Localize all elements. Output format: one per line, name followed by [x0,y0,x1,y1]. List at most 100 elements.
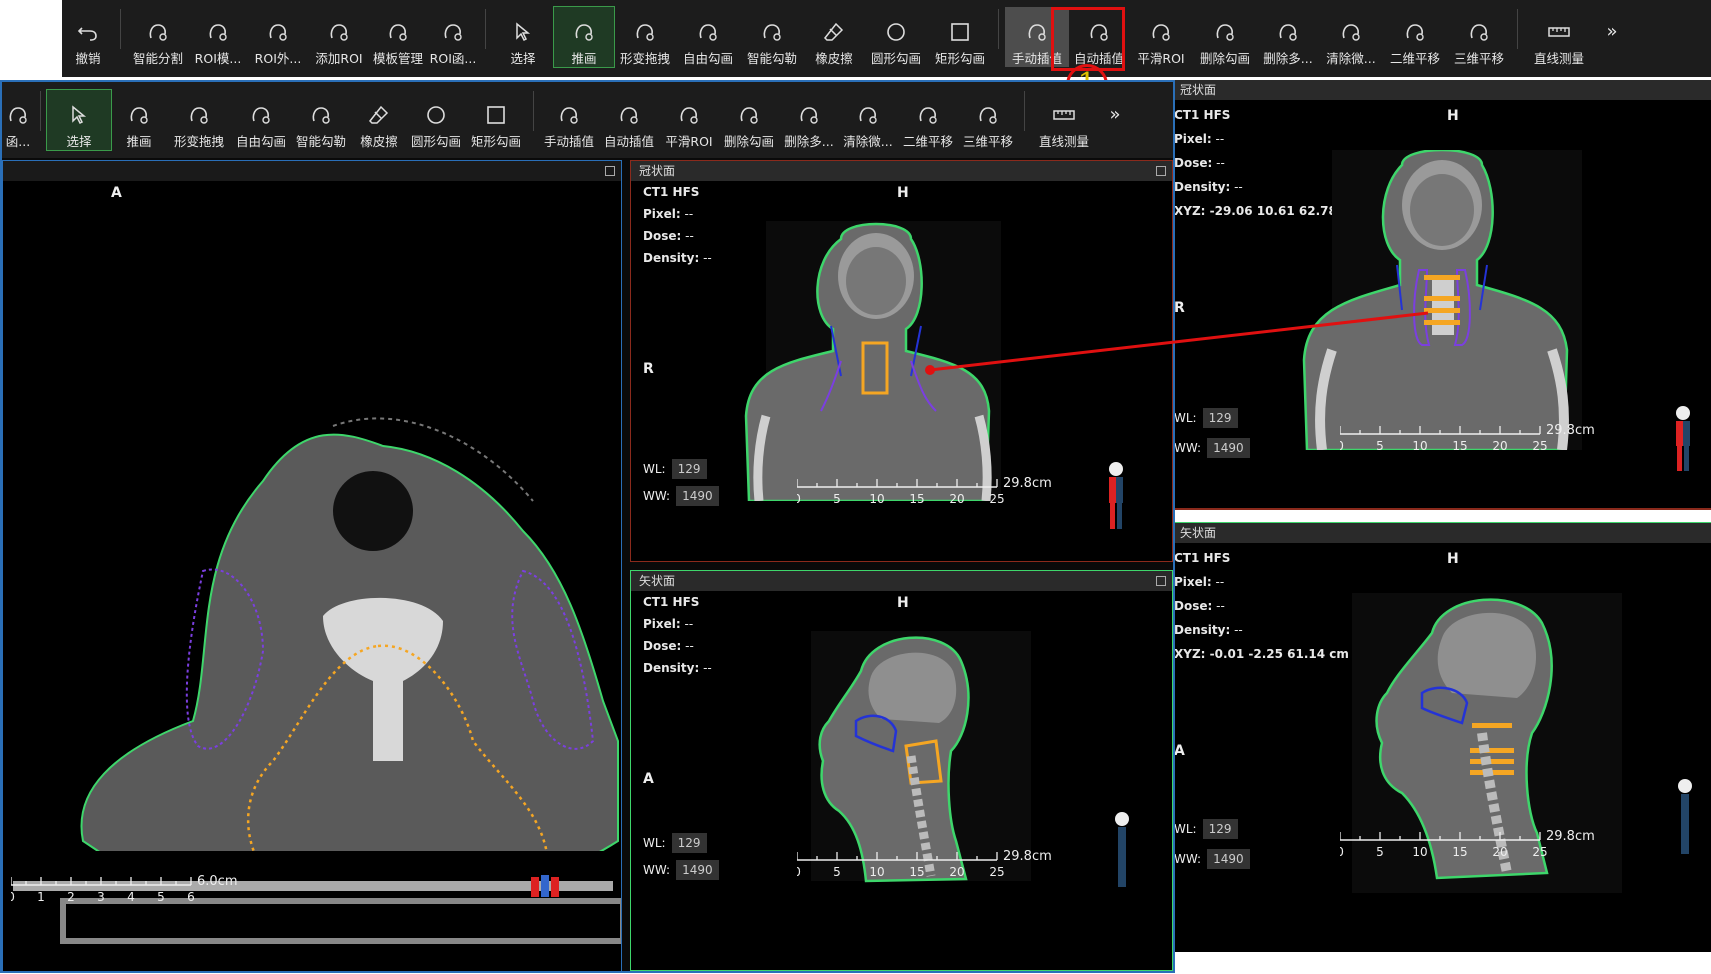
maximize-icon[interactable] [1156,576,1166,586]
toolbar-more-button[interactable]: » [1594,7,1630,67]
pixel-value: -- [684,617,694,631]
toolbar-circle-button[interactable]: 圆形勾画 [864,7,928,67]
circle-icon [887,23,905,41]
wl-value[interactable]: 129 [671,459,707,479]
toolbar-free-draw-button[interactable]: 自由勾画 [676,7,740,67]
toolbar-clear-small-button[interactable]: 清除微... [1319,7,1383,67]
ww-value[interactable]: 1490 [676,486,719,506]
toolbar-circle-button[interactable]: 圆形勾画 [407,90,465,150]
rectangle-icon [487,106,505,124]
coronal-view-outer[interactable]: 冠状面 CT1 HFS Pixel: -- Dose: -- Density: … [1172,80,1711,510]
toolbar-eraser-button[interactable]: 橡皮擦 [804,7,864,67]
toolbar-move-2d-button[interactable]: 二维平移 [898,90,958,150]
coronal-ct-image[interactable] [1272,150,1632,450]
scale-tick-label: 1 [37,890,45,904]
series-header: CT1 HFS [643,185,700,199]
move-3d-icon [979,107,997,124]
scale-tick-label: 25 [989,865,1004,879]
toolbar-deform-drag-button[interactable]: 形变拖拽 [167,90,231,150]
toolbar-delete-contour-button[interactable]: 删除勾画 [718,90,780,150]
toolbar-undo-button[interactable]: 撤销 [62,7,114,67]
toolbar-roi-template-button[interactable]: ROI模... [189,7,247,67]
toolbar-manual-interpolate-button[interactable]: 手动插值 [540,90,598,150]
free-draw-icon [699,24,717,41]
toolbar-deform-drag-button[interactable]: 形变拖拽 [614,7,676,67]
ww-value[interactable]: 1490 [1207,849,1250,869]
toolbar-label: 自动插值 [603,134,654,149]
toolbar-add-roi-button[interactable]: 添加ROI [309,7,369,67]
toolbar-smooth-roi-button[interactable]: 平滑ROI [660,90,718,150]
dose-value: -- [1216,599,1225,613]
toolbar-roi-expand-button[interactable]: ROI外... [247,7,309,67]
scale-bar: 0 5 10 15 20 2529.8cm [793,473,1057,513]
manual-interpolate-icon [560,107,578,124]
toolbar-move-3d-button[interactable]: 三维平移 [958,90,1018,150]
toolbar-smart-outline-button[interactable]: 智能勾勒 [740,7,804,67]
roi-expand-icon [269,24,287,41]
scale-length-label: 6.0cm [197,874,238,889]
density-value: -- [1234,623,1243,637]
body-orientation-icon [1678,779,1692,854]
axial-ct-image[interactable] [3,181,621,971]
ww-label: WW: [1174,441,1202,455]
toolbar-move-2d-button[interactable]: 二维平移 [1383,7,1447,67]
scale-tick-label: 0 [797,865,801,879]
toolbar-rectangle-button[interactable]: 矩形勾画 [928,7,992,67]
toolbar-smooth-roi-button[interactable]: 平滑ROI [1129,7,1193,67]
scale-tick-label: 25 [1532,439,1547,453]
toolbar-label: 撤销 [75,51,101,66]
toolbar-delete-contour-button[interactable]: 删除勾画 [1193,7,1257,67]
toolbar-eraser-button[interactable]: 橡皮擦 [351,90,407,150]
toolbar-cursor-button[interactable]: 选择 [492,7,554,67]
toolbar-push-draw-button[interactable]: 推画 [553,6,615,68]
toolbar-rectangle-button[interactable]: 矩形勾画 [465,90,527,150]
toolbar-more-button[interactable]: » [1097,90,1133,150]
toolbar-smart-segment-button[interactable]: 智能分割 [127,7,189,67]
toolbar-separator [40,91,41,131]
toolbar-label: 二维平移 [902,134,953,149]
coronal-ct-image[interactable] [711,221,1041,501]
scale-ruler: 0 5 10 15 20 2529.8cm [1336,423,1595,453]
delete-contour-icon [1216,24,1234,41]
toolbar-delete-multi-button[interactable]: 删除多... [1257,7,1319,67]
wl-value[interactable]: 129 [671,833,707,853]
toolbar-move-3d-button[interactable]: 三维平移 [1447,7,1511,67]
orient-top: H [1447,108,1459,124]
panel-title: 矢状面 [631,571,1172,591]
density-value: -- [1234,180,1243,194]
maximize-icon[interactable] [1156,166,1166,176]
ww-label: WW: [643,863,671,877]
scale-length-label: 29.8cm [1546,423,1595,438]
sagittal-view-inner[interactable]: 矢状面 CT1 HFS Pixel: -- Dose: -- Density: … [630,570,1173,971]
toolbar-delete-multi-button[interactable]: 删除多... [780,90,838,150]
toolbar-auto-interpolate-button[interactable]: 自动插值 [598,90,660,150]
orientation-cube-icon [531,875,559,897]
toolbar-label: 清除微... [843,134,893,149]
toolbar-roi-function-button[interactable]: 函... [2,90,34,150]
toolbar-cursor-button[interactable]: 选择 [46,89,112,151]
axial-view[interactable]: A 01234566.0cm [2,160,622,971]
toolbar-ruler-button[interactable]: 直线测量 [1524,7,1594,67]
toolbar-label: 模板管理 [372,51,423,66]
scale-tick-label: 5 [833,492,841,506]
toolbar-label: 三维平移 [962,134,1013,149]
toolbar-template-manage-button[interactable]: 模板管理 [369,7,427,67]
toolbar-clear-small-button[interactable]: 清除微... [838,90,898,150]
scale-tick-label: 5 [833,865,841,879]
wl-value[interactable]: 129 [1202,819,1238,839]
toolbar-roi-function-button[interactable]: ROI函... [427,7,479,67]
toolbar-label: 删除多... [784,134,834,149]
ww-value[interactable]: 1490 [1207,438,1250,458]
toolbar-free-draw-button[interactable]: 自由勾画 [231,90,291,150]
coronal-view-inner[interactable]: 冠状面 CT1 HFS Pixel: -- Dose: -- Density: … [630,160,1173,562]
toolbar-smart-outline-button[interactable]: 智能勾勒 [291,90,351,150]
maximize-icon[interactable] [605,166,615,176]
toolbar-push-draw-button[interactable]: 推画 [111,90,167,150]
ww-value[interactable]: 1490 [676,860,719,880]
toolbar-ruler-button[interactable]: 直线测量 [1031,90,1097,150]
sagittal-view-outer[interactable]: 矢状面 CT1 HFS Pixel: -- Dose: -- Density: … [1172,522,1711,952]
scale-tick-label: 10 [1412,845,1427,859]
ruler-icon [1548,27,1570,37]
toolbar-label: 圆形勾画 [870,51,921,66]
wl-value[interactable]: 129 [1202,408,1238,428]
